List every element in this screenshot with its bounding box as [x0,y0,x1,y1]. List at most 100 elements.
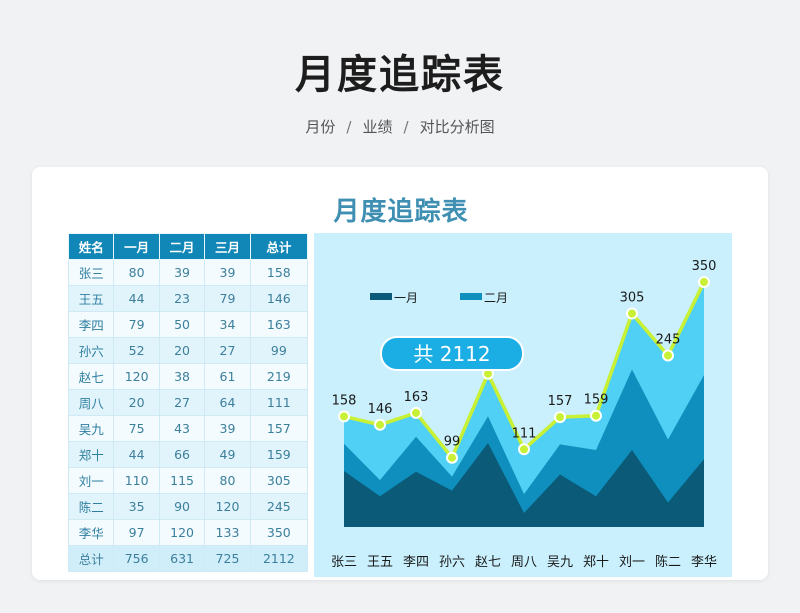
x-tick-label: 刘一 [619,555,645,570]
cell-feb[interactable]: 39 [158,259,206,286]
cell-mar[interactable]: 133 [204,519,251,546]
cell-jan[interactable]: 120 [113,363,160,390]
cell-jan[interactable]: 110 [113,467,160,494]
column-header-jan: 一月 [113,233,160,260]
cell-mar[interactable]: 79 [204,285,251,312]
chart-area: 15814616399219111157159305245350张三王五李四孙六… [314,233,732,577]
total-point[interactable] [554,411,566,424]
spreadsheet-preview: 月度追踪表 姓名 一月 二月 三月 总计 张三 80 39 39 158 王五 44 23 79… [65,185,737,580]
cell-mar[interactable]: 39 [204,415,251,442]
cell-name[interactable]: 吴九 [67,415,115,442]
cell-mar[interactable]: 120 [204,493,251,520]
table-row: 李华 97 120 133 350 [67,519,309,546]
data-label: 99 [444,435,461,450]
data-label: 159 [584,393,609,408]
cell-total[interactable]: 111 [249,389,309,416]
cell-name[interactable]: 王五 [67,285,115,312]
total-point[interactable] [662,349,674,362]
cell-feb[interactable]: 120 [158,519,206,546]
data-label: 163 [404,390,429,405]
total-point[interactable] [590,409,602,422]
column-header-mar: 三月 [204,233,251,260]
total-point[interactable] [338,410,350,423]
cell-total[interactable]: 350 [249,519,309,546]
total-point[interactable] [446,451,458,464]
table-total-row: 总计 756 631 725 2112 [67,545,309,572]
cell-mar[interactable]: 64 [204,389,251,416]
data-label: 111 [512,426,537,441]
cell-feb[interactable]: 43 [158,415,206,442]
cell-mar[interactable]: 39 [204,259,251,286]
cell-total[interactable]: 163 [249,311,309,338]
x-tick-label: 李华 [691,555,717,570]
table-row: 李四 79 50 34 163 [67,311,309,338]
cell-feb[interactable]: 38 [158,363,206,390]
cell-name[interactable]: 孙六 [67,337,115,364]
cell-name[interactable]: 李华 [67,519,115,546]
cell-total[interactable]: 245 [249,493,309,520]
data-label: 245 [656,333,681,348]
total-badge-text: 共 2112 [413,342,490,366]
cell-feb[interactable]: 23 [158,285,206,312]
total-point[interactable] [410,406,422,419]
cell-jan[interactable]: 75 [113,415,160,442]
cell-total[interactable]: 158 [249,259,309,286]
cell-mar[interactable]: 34 [204,311,251,338]
cell-jan[interactable]: 44 [113,285,160,312]
preview-card: 月度追踪表 姓名 一月 二月 三月 总计 张三 80 39 39 158 王五 44 23 79… [32,167,768,580]
x-tick-label: 张三 [331,555,357,570]
cell-feb[interactable]: 115 [158,467,206,494]
cell-mar[interactable]: 27 [204,337,251,364]
data-table: 姓名 一月 二月 三月 总计 张三 80 39 39 158 王五 44 23 79 146 李四 7… [67,233,309,572]
cell-mar[interactable]: 49 [204,441,251,468]
cell-name[interactable]: 陈二 [67,493,115,520]
cell-jan[interactable]: 52 [113,337,160,364]
cell-mar[interactable]: 61 [204,363,251,390]
cell-total[interactable]: 305 [249,467,309,494]
breadcrumb-item-month[interactable]: 月份 [305,118,335,136]
cell-jan[interactable]: 79 [113,311,160,338]
cell-feb[interactable]: 50 [158,311,206,338]
cell-name[interactable]: 张三 [67,259,115,286]
total-jan: 756 [113,545,160,572]
cell-jan[interactable]: 35 [113,493,160,520]
cell-jan[interactable]: 97 [113,519,160,546]
breadcrumb: 月份 / 业绩 / 对比分析图 [0,116,800,137]
table-row: 周八 20 27 64 111 [67,389,309,416]
stacked-area-chart: 15814616399219111157159305245350张三王五李四孙六… [331,259,717,570]
legend-swatch-jan [370,293,392,300]
total-mar: 725 [204,545,251,572]
total-point[interactable] [626,307,638,320]
total-point[interactable] [698,276,710,288]
breadcrumb-item-comparison[interactable]: 对比分析图 [420,118,495,136]
cell-total[interactable]: 146 [249,285,309,312]
cell-feb[interactable]: 90 [158,493,206,520]
cell-feb[interactable]: 66 [158,441,206,468]
x-tick-label: 赵七 [475,555,501,570]
cell-total[interactable]: 159 [249,441,309,468]
cell-name[interactable]: 郑十 [67,441,115,468]
cell-mar[interactable]: 80 [204,467,251,494]
cell-feb[interactable]: 20 [158,337,206,364]
x-tick-label: 周八 [511,555,537,570]
cell-total[interactable]: 157 [249,415,309,442]
cell-feb[interactable]: 27 [158,389,206,416]
cell-name[interactable]: 李四 [67,311,115,338]
cell-jan[interactable]: 20 [113,389,160,416]
cell-name[interactable]: 刘一 [67,467,115,494]
cell-name[interactable]: 赵七 [67,363,115,390]
total-point[interactable] [518,443,530,456]
table-row: 吴九 75 43 39 157 [67,415,309,442]
cell-jan[interactable]: 44 [113,441,160,468]
sheet-title: 月度追踪表 [333,197,469,227]
table-row: 张三 80 39 39 158 [67,259,309,286]
page-title: 月度追踪表 [295,52,505,98]
cell-jan[interactable]: 80 [113,259,160,286]
cell-total[interactable]: 99 [249,337,309,364]
data-label: 305 [620,291,645,306]
total-point[interactable] [374,418,386,431]
cell-name[interactable]: 周八 [67,389,115,416]
table-row: 孙六 52 20 27 99 [67,337,309,364]
cell-total[interactable]: 219 [249,363,309,390]
breadcrumb-item-performance[interactable]: 业绩 [362,118,392,136]
